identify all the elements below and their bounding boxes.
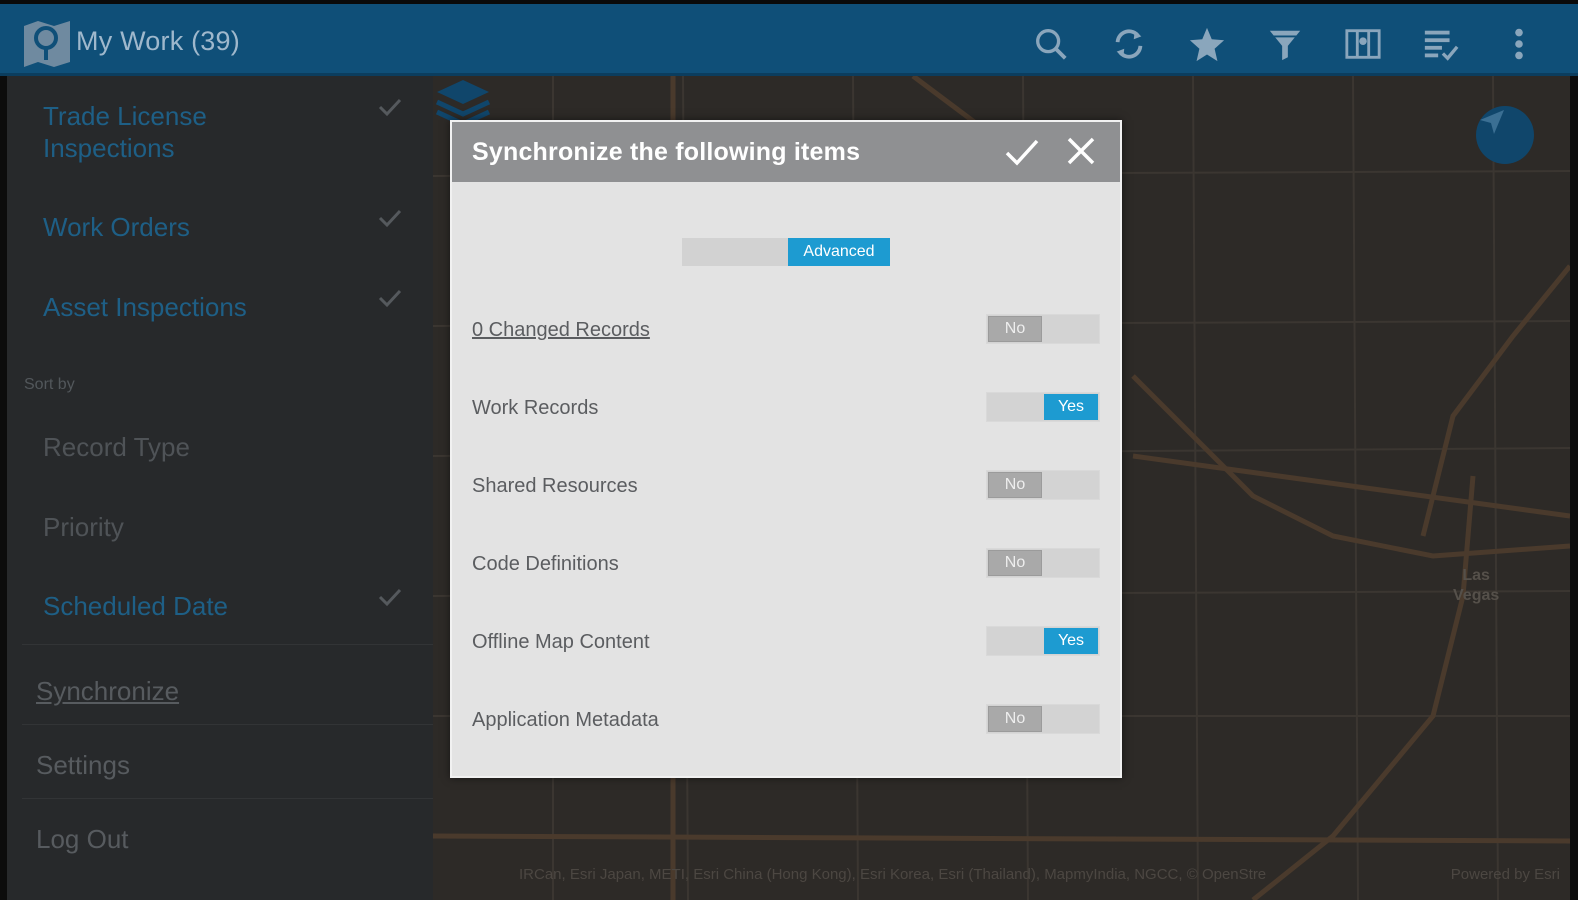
drawer-link-synchronize[interactable]: Synchronize <box>36 676 179 707</box>
favorites-button[interactable] <box>1168 18 1246 70</box>
dialog-header: Synchronize the following items <box>452 122 1120 182</box>
check-icon <box>378 98 402 117</box>
sync-switch-shared-resources[interactable]: No <box>986 470 1100 500</box>
sync-row-code-definitions: Code Definitions No <box>472 548 1100 582</box>
checklist-icon <box>1424 30 1459 61</box>
sync-label-changed-records[interactable]: 0 Changed Records <box>472 319 650 342</box>
synchronize-dialog: Synchronize the following items Advanced… <box>450 120 1122 778</box>
sync-switch-code-definitions[interactable]: No <box>986 548 1100 578</box>
map-attribution: IRCan, Esri Japan, METI, Esri China (Hon… <box>519 866 1267 883</box>
right-edge <box>1570 76 1578 900</box>
sync-switch-offline-map-content[interactable]: Yes <box>986 626 1100 656</box>
locate-button[interactable] <box>1476 106 1534 164</box>
sync-row-work-records: Work Records Yes <box>472 392 1100 426</box>
switch-state: Yes <box>1044 394 1098 420</box>
sync-mode-advanced[interactable]: Advanced <box>788 238 890 266</box>
sync-switch-changed-records[interactable]: No <box>986 314 1100 344</box>
more-vert-icon <box>1515 28 1523 60</box>
switch-state: No <box>988 550 1042 576</box>
drawer-link-logout[interactable]: Log Out <box>36 824 129 855</box>
confirm-check-icon[interactable] <box>1004 134 1040 170</box>
map-powered-by: Powered by Esri <box>1450 866 1560 883</box>
search-button[interactable] <box>1012 18 1090 70</box>
sync-switch-work-records[interactable]: Yes <box>986 392 1100 422</box>
sort-option-priority[interactable]: Priority <box>43 512 124 543</box>
check-icon <box>378 289 402 308</box>
sync-row-changed-records: 0 Changed Records No <box>472 314 1100 348</box>
drawer-link-settings[interactable]: Settings <box>36 750 130 781</box>
sync-label-application-metadata: Application Metadata <box>472 709 659 731</box>
sort-by-label: Sort by <box>24 376 75 393</box>
app-logo-icon[interactable] <box>22 18 72 70</box>
sync-label-work-records: Work Records <box>472 397 599 419</box>
app-title: My Work (39) <box>76 26 240 56</box>
sort-option-scheduled-date[interactable]: Scheduled Date <box>43 590 228 622</box>
navigation-drawer: Trade License Inspections Work Orders As… <box>7 76 433 900</box>
sync-switch-application-metadata[interactable]: No <box>986 704 1100 734</box>
map-view-button[interactable] <box>1324 18 1402 70</box>
overflow-menu-button[interactable] <box>1480 18 1558 70</box>
map-view-icon <box>1345 29 1381 59</box>
worklist-button[interactable] <box>1402 18 1480 70</box>
sync-row-shared-resources: Shared Resources No <box>472 470 1100 504</box>
navigation-arrow-icon <box>1480 110 1504 134</box>
refresh-button[interactable] <box>1090 18 1168 70</box>
sync-label-code-definitions: Code Definitions <box>472 553 619 575</box>
dialog-title: Synchronize the following items <box>472 138 861 166</box>
filter-button[interactable] <box>1246 18 1324 70</box>
left-edge <box>0 76 7 900</box>
drawer-divider <box>22 724 433 725</box>
star-icon <box>1189 27 1225 62</box>
sync-mode-toggle[interactable]: Advanced <box>682 238 890 266</box>
sync-row-offline-map-content: Offline Map Content Yes <box>472 626 1100 660</box>
filter-icon <box>1269 30 1301 61</box>
check-icon <box>378 588 402 607</box>
sync-row-application-metadata: Application Metadata No <box>472 704 1100 738</box>
map-city-label: Las Vegas <box>1453 567 1500 604</box>
close-icon[interactable] <box>1064 134 1098 168</box>
search-icon <box>1036 29 1067 60</box>
drawer-item-trade-license-inspections[interactable]: Trade License Inspections <box>43 100 207 164</box>
check-icon <box>378 209 402 228</box>
refresh-icon <box>1115 29 1143 59</box>
switch-state: No <box>988 316 1042 342</box>
switch-state: Yes <box>1044 628 1098 654</box>
sort-option-record-type[interactable]: Record Type <box>43 432 190 463</box>
sync-mode-basic[interactable] <box>682 238 788 266</box>
sync-label-offline-map-content: Offline Map Content <box>472 631 650 653</box>
app-bar: My Work (39) <box>0 0 1578 76</box>
drawer-divider <box>22 798 433 799</box>
sync-label-shared-resources: Shared Resources <box>472 475 638 497</box>
drawer-item-asset-inspections[interactable]: Asset Inspections <box>43 291 247 323</box>
switch-state: No <box>988 706 1042 732</box>
switch-state: No <box>988 472 1042 498</box>
drawer-item-work-orders[interactable]: Work Orders <box>43 211 190 243</box>
drawer-divider <box>22 644 433 645</box>
